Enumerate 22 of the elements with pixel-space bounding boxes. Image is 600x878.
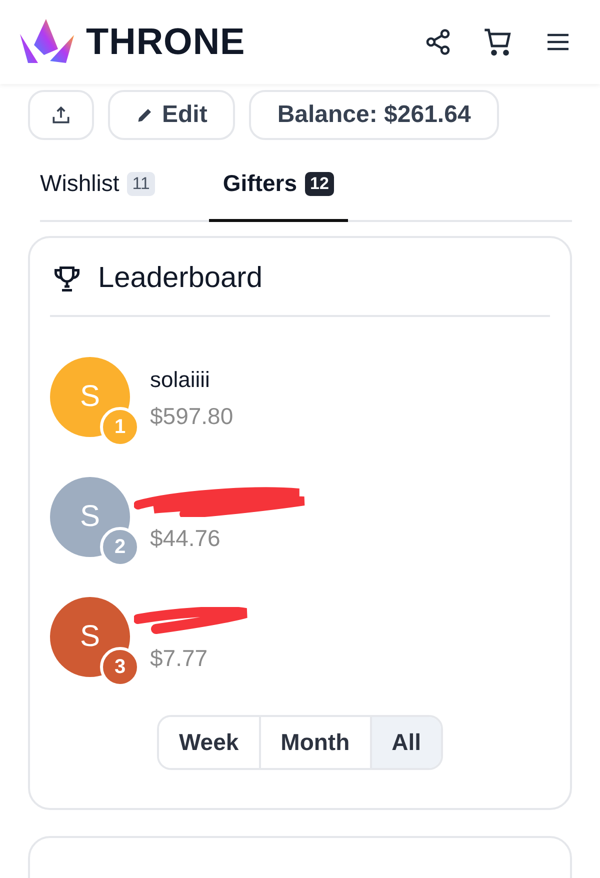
edit-button[interactable]: Edit [108, 90, 236, 140]
share-icon[interactable] [424, 28, 452, 56]
gift-amount: $44.76 [150, 525, 222, 552]
card-title: Leaderboard [98, 262, 262, 295]
rank-badge: 1 [100, 407, 140, 447]
rank-badge: 2 [100, 527, 140, 567]
pencil-icon [136, 106, 154, 124]
rank-badge: 3 [100, 647, 140, 687]
brand-name: THRONE [86, 21, 246, 63]
balance-button[interactable]: Balance: $261.64 [249, 90, 499, 140]
upload-icon [50, 104, 72, 126]
gifter-name: solaiiii [150, 367, 211, 394]
period-button[interactable]: All [370, 717, 442, 768]
gift-amount: $597.80 [150, 403, 234, 430]
gift-amount: $7.77 [150, 645, 209, 672]
trophy-icon [52, 264, 82, 294]
count-badge: 12 [305, 172, 334, 196]
tab[interactable]: Gifters 12 [208, 164, 348, 222]
tab[interactable]: Wishlist 11 [40, 164, 169, 222]
upload-button[interactable] [28, 90, 94, 140]
count-badge: 11 [127, 172, 155, 196]
crown-logo-icon [20, 19, 74, 65]
